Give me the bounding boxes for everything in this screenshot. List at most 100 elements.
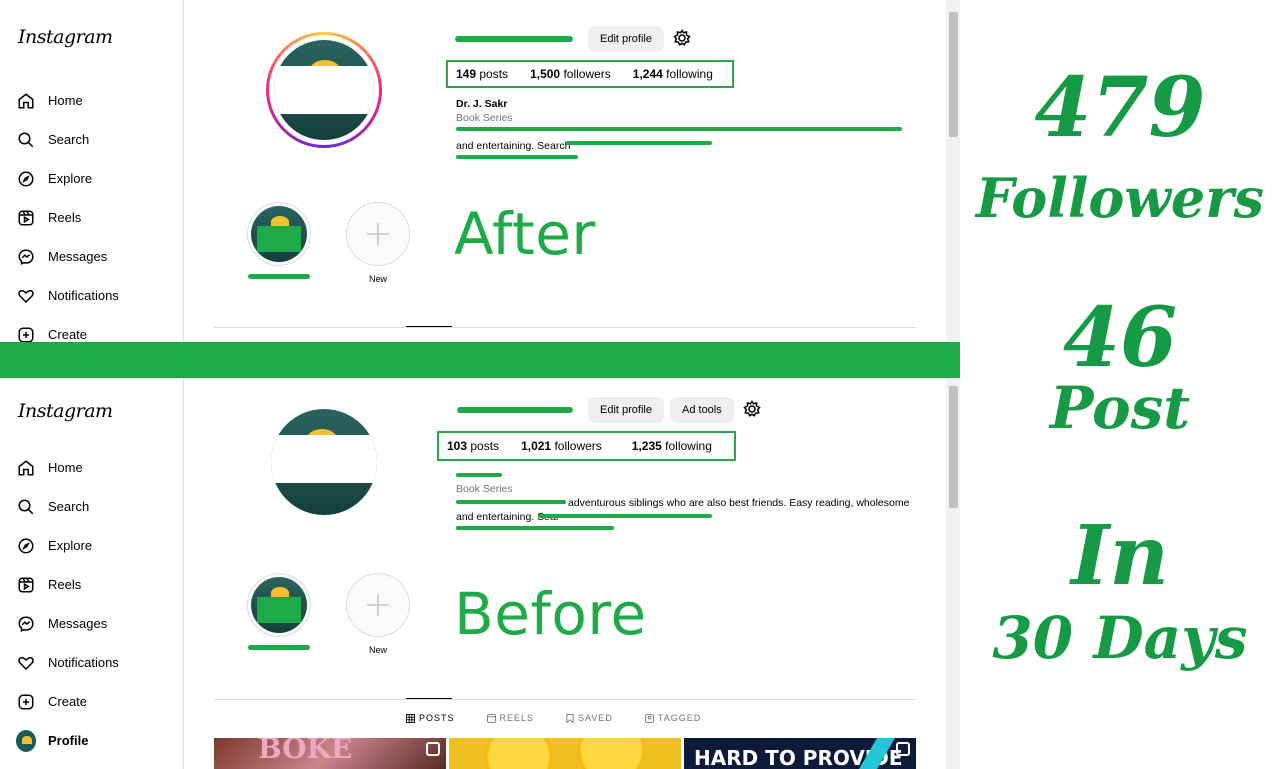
sidebar-item-label: Explore <box>48 171 93 186</box>
settings-gear-icon[interactable] <box>743 400 761 418</box>
username-redacted <box>457 407 573 413</box>
link-redaction <box>456 526 614 530</box>
sidebar-item-messages[interactable]: Messages <box>16 604 119 643</box>
new-highlight-label: New <box>368 274 387 284</box>
profile-display-name: Dr. J. Sakr <box>456 98 508 110</box>
profile-avatar-icon <box>16 729 36 752</box>
sidebar-item-create[interactable]: Create <box>16 682 119 721</box>
tab-reels[interactable]: REELS <box>486 713 535 723</box>
sidebar-item-reels[interactable]: Reels <box>16 198 119 237</box>
content-divider <box>214 327 916 328</box>
sidebar-item-home[interactable]: Home <box>16 448 119 487</box>
posts-count[interactable]: 149 posts <box>456 67 508 81</box>
name-redaction <box>456 473 502 477</box>
post-thumbnail[interactable] <box>449 738 681 769</box>
sidebar-item-home[interactable]: Home <box>16 81 119 120</box>
sidebar-item-label: Home <box>48 93 83 108</box>
edit-profile-button[interactable]: Edit profile <box>588 26 664 52</box>
search-icon <box>16 497 36 517</box>
sidebar: Instagram Home Search Explore Reels Mess… <box>0 378 184 769</box>
reels-icon <box>486 713 496 723</box>
profile-avatar[interactable] <box>266 404 382 520</box>
messenger-icon <box>16 247 36 267</box>
compass-icon <box>16 536 36 556</box>
followers-count[interactable]: 1,021 followers <box>521 439 602 453</box>
scrollbar-thumb[interactable] <box>949 12 958 137</box>
posts-count[interactable]: 103 posts <box>447 439 499 453</box>
sidebar-item-label: Notifications <box>48 655 119 670</box>
instagram-logo[interactable]: Instagram <box>18 400 113 422</box>
story-highlight[interactable] <box>244 573 314 650</box>
sidebar-item-label: Messages <box>48 249 108 264</box>
followers-count[interactable]: 1,500 followers <box>530 67 611 81</box>
following-count[interactable]: 1,235 following <box>632 439 712 453</box>
new-highlight-button[interactable]: New <box>343 573 413 655</box>
heart-icon <box>16 653 36 673</box>
after-screenshot-panel: Instagram Home Search Explore Reels Mess… <box>0 0 960 342</box>
reel-indicator-icon <box>426 742 440 756</box>
before-label: Before <box>454 580 647 648</box>
tab-tagged[interactable]: TAGGED <box>644 713 701 723</box>
home-icon <box>16 91 36 111</box>
ad-tools-button[interactable]: Ad tools <box>670 397 734 423</box>
story-highlight[interactable] <box>244 202 314 279</box>
plus-square-icon <box>16 325 36 342</box>
sidebar-item-label: Home <box>48 460 83 475</box>
new-highlight-button[interactable]: New <box>343 202 413 284</box>
profile-tabs: POSTS REELS SAVED TAGGED <box>406 713 701 723</box>
sidebar-item-create[interactable]: Create <box>16 315 119 342</box>
post-thumbnail[interactable]: BOKE <box>214 738 446 769</box>
profile-stats-highlight: 149 posts 1,500 followers 1,244 followin… <box>446 60 734 88</box>
post-thumbnail[interactable]: HARD TO PROVIDE <box>684 738 916 769</box>
sidebar-item-label: Create <box>48 694 88 709</box>
sidebar-item-reels[interactable]: Reels <box>16 565 119 604</box>
tag-person-icon <box>644 713 654 723</box>
following-count[interactable]: 1,244 following <box>633 67 713 81</box>
sidebar-item-explore[interactable]: Explore <box>16 526 119 565</box>
plus-icon <box>367 594 389 616</box>
sidebar-item-label: Explore <box>48 538 93 553</box>
bio-redaction <box>456 500 566 504</box>
sidebar-item-label: Profile <box>48 733 89 748</box>
active-tab-indicator <box>406 326 452 327</box>
sidebar-item-search[interactable]: Search <box>16 120 119 159</box>
growth-summary: 479 Followers 46 Post In 30 Days <box>960 0 1280 769</box>
sidebar-item-label: Reels <box>48 210 82 225</box>
after-label: After <box>454 200 596 268</box>
sidebar-item-label: Search <box>48 132 90 147</box>
bookmark-icon <box>566 713 574 723</box>
content-divider <box>214 699 916 700</box>
new-highlight-label: New <box>368 645 387 655</box>
post-gain-number: 46 <box>1062 290 1178 386</box>
tab-posts[interactable]: POSTS <box>406 713 455 723</box>
bio-redaction <box>538 514 712 518</box>
sidebar-item-messages[interactable]: Messages <box>16 237 119 276</box>
sidebar-item-profile[interactable]: Profile <box>16 721 119 760</box>
tab-saved[interactable]: SAVED <box>566 713 613 723</box>
heart-icon <box>16 286 36 306</box>
reels-icon <box>16 208 36 228</box>
profile-avatar[interactable] <box>266 32 382 148</box>
plus-square-icon <box>16 692 36 712</box>
settings-gear-icon[interactable] <box>673 29 691 47</box>
sidebar-item-label: Messages <box>48 616 108 631</box>
edit-profile-button[interactable]: Edit profile <box>588 397 664 423</box>
instagram-logo[interactable]: Instagram <box>18 26 113 48</box>
highlight-name-redacted <box>248 274 310 279</box>
active-tab-indicator <box>406 698 452 699</box>
sidebar-item-explore[interactable]: Explore <box>16 159 119 198</box>
before-screenshot-panel: Instagram Home Search Explore Reels Mess… <box>0 378 960 769</box>
messenger-icon <box>16 614 36 634</box>
sidebar-item-notifications[interactable]: Notifications <box>16 643 119 682</box>
scrollbar-thumb[interactable] <box>949 386 958 508</box>
bio-redaction <box>456 127 902 131</box>
sidebar-item-search[interactable]: Search <box>16 487 119 526</box>
followers-gain-label: Followers <box>975 166 1265 230</box>
home-icon <box>16 458 36 478</box>
search-icon <box>16 130 36 150</box>
reel-indicator-icon <box>896 742 910 756</box>
sidebar-item-notifications[interactable]: Notifications <box>16 276 119 315</box>
highlight-name-redacted <box>248 645 310 650</box>
link-redaction <box>456 155 578 159</box>
sidebar-item-label: Notifications <box>48 288 119 303</box>
